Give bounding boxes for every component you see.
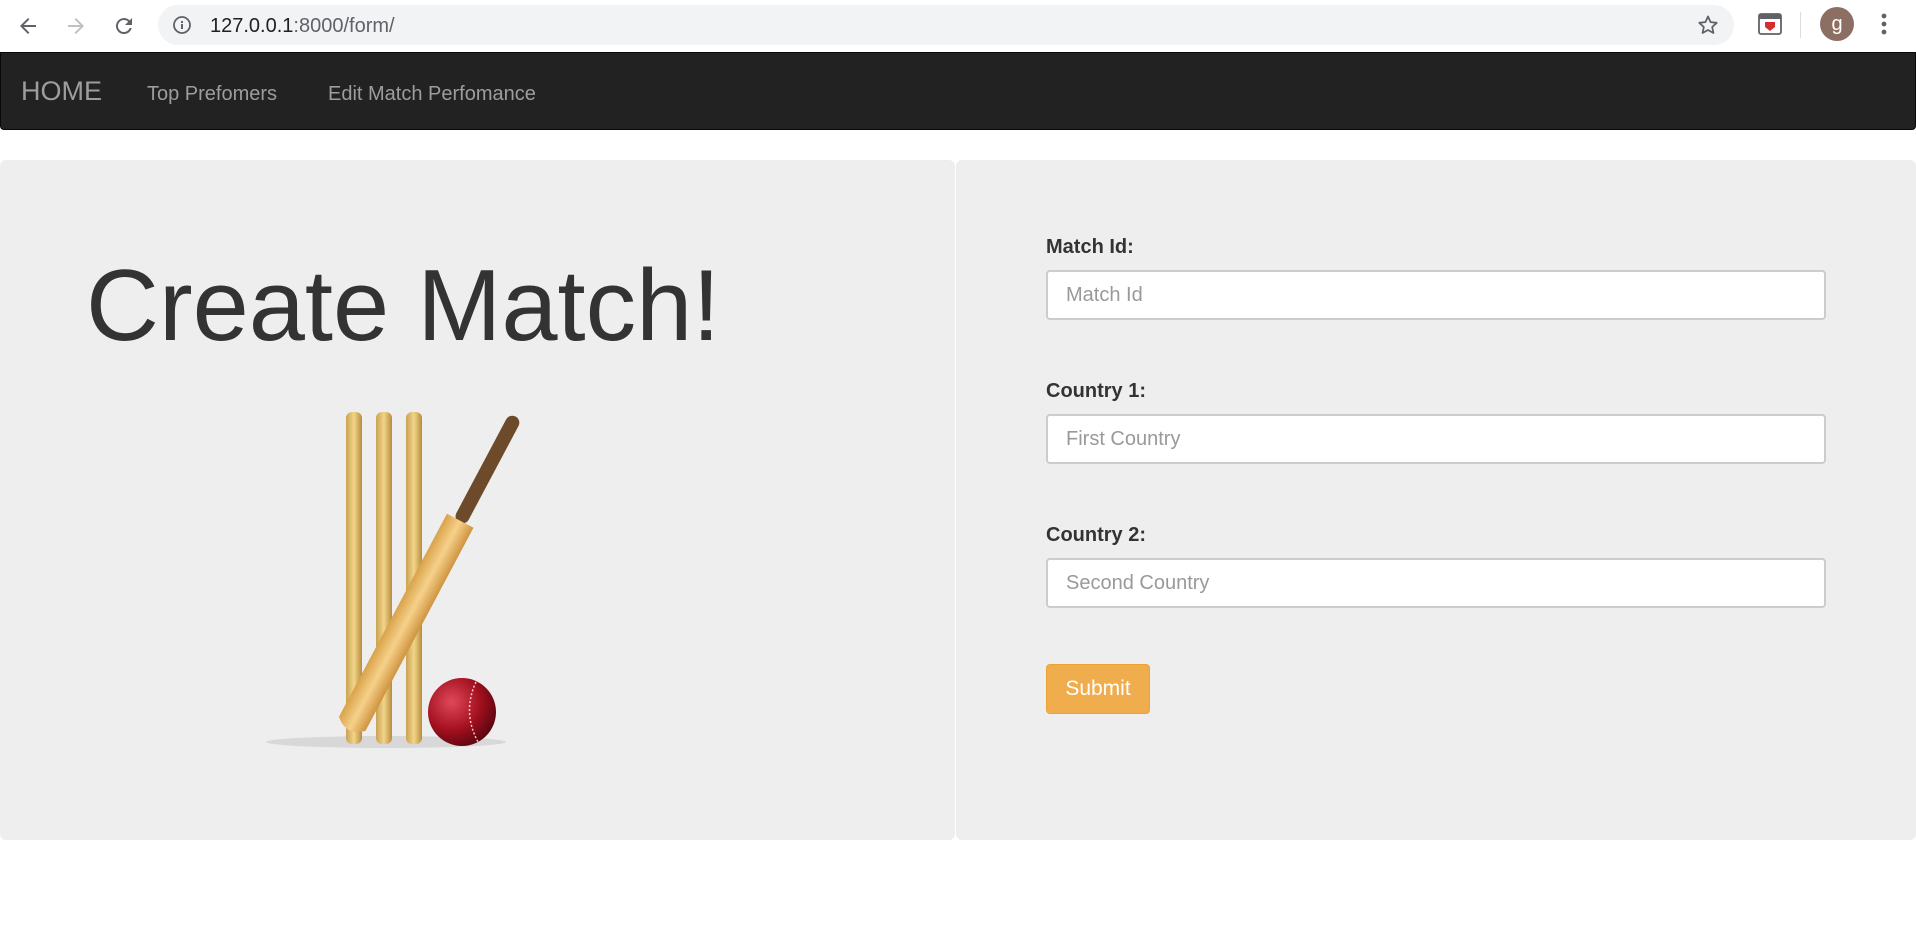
- ball: [428, 678, 496, 746]
- home-link[interactable]: HOME: [21, 76, 102, 107]
- country1-input[interactable]: [1046, 414, 1826, 464]
- address-bar[interactable]: 127.0.0.1:8000/form/: [158, 5, 1734, 45]
- reload-icon[interactable]: [106, 8, 142, 44]
- more-menu-icon[interactable]: [1872, 8, 1896, 45]
- url-host: 127.0.0.1: [210, 15, 294, 37]
- cricket-illustration: [266, 412, 520, 748]
- toolbar-separator: [1800, 12, 1801, 38]
- nav-link-top-performers[interactable]: Top Prefomers: [147, 83, 277, 106]
- submit-button[interactable]: Submit: [1046, 664, 1150, 714]
- country2-input[interactable]: [1046, 558, 1826, 608]
- nav-link-edit-match-performance[interactable]: Edit Match Perfomance: [328, 83, 536, 106]
- bookmark-star-icon[interactable]: [1696, 13, 1720, 42]
- back-icon[interactable]: [10, 8, 46, 44]
- info-icon[interactable]: [172, 15, 192, 40]
- country2-label: Country 2:: [1046, 524, 1146, 546]
- country1-label: Country 1:: [1046, 380, 1146, 402]
- url-text: 127.0.0.1:8000/form/: [210, 15, 395, 38]
- bat: [338, 415, 520, 732]
- url-path: :8000/form/: [293, 15, 395, 37]
- form-panel: [956, 160, 1916, 840]
- top-navbar: HOME Top Prefomers Edit Match Perfomance: [0, 52, 1916, 130]
- match-id-label: Match Id:: [1046, 236, 1134, 258]
- profile-avatar[interactable]: g: [1820, 7, 1854, 41]
- match-id-input[interactable]: [1046, 270, 1826, 320]
- extension-icon[interactable]: [1756, 10, 1784, 43]
- forward-icon[interactable]: [58, 8, 94, 44]
- page-title: Create Match!: [86, 250, 721, 362]
- browser-toolbar: 127.0.0.1:8000/form/ g: [0, 0, 1916, 51]
